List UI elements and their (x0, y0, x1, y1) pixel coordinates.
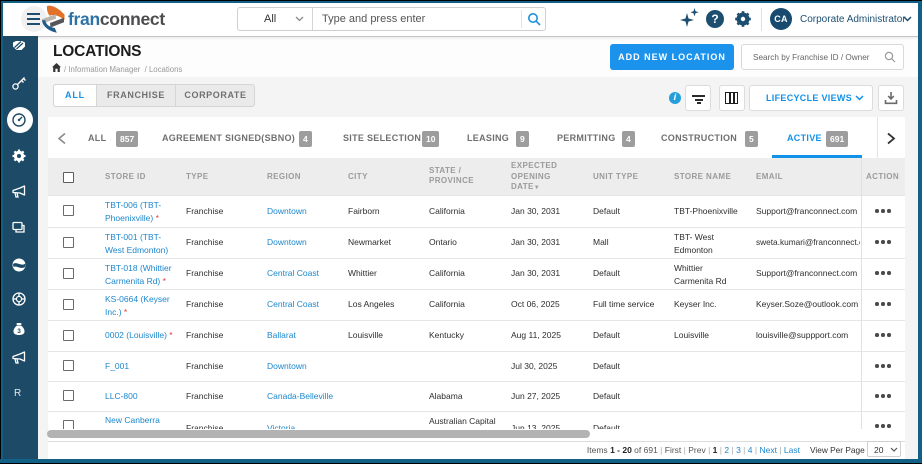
svg-text:3: 3 (17, 328, 21, 335)
